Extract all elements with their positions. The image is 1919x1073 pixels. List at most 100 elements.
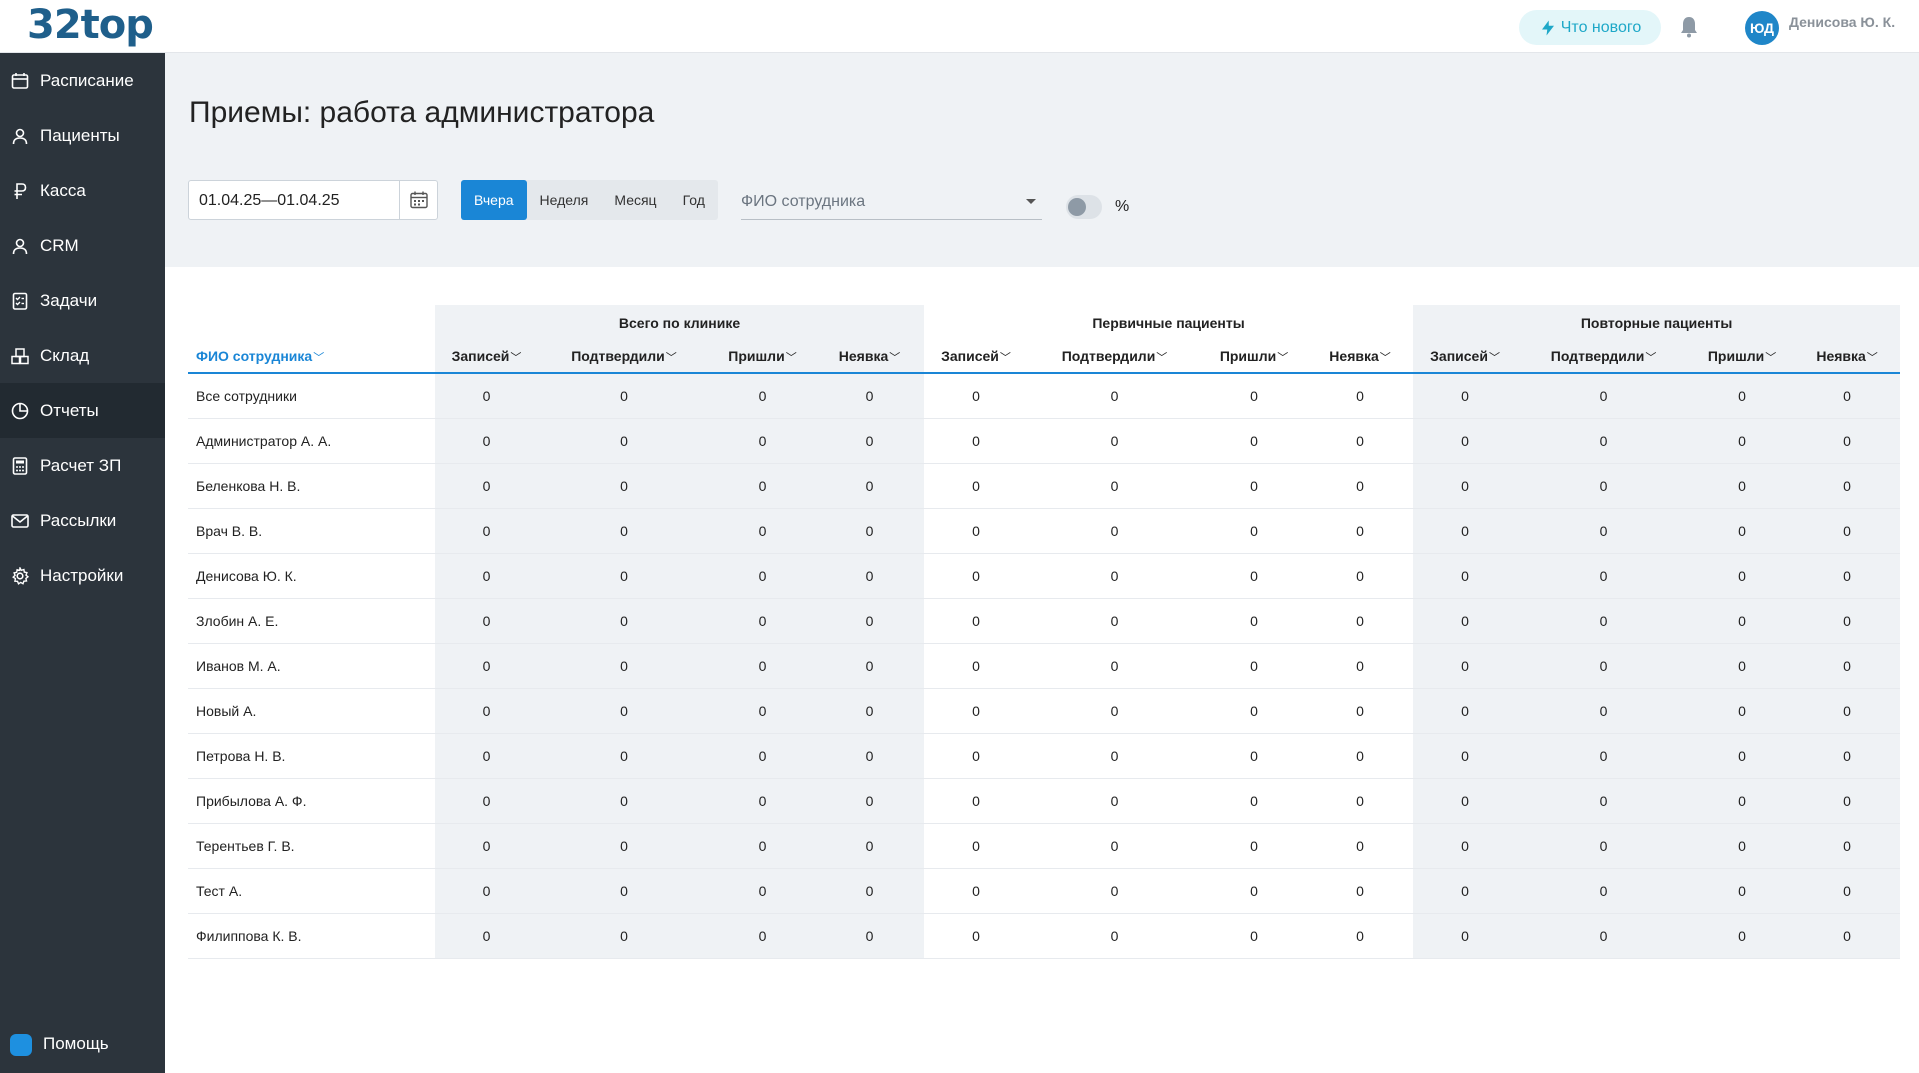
column-header-records[interactable]: Записей﹀ <box>1413 341 1518 374</box>
column-header-records[interactable]: Записей﹀ <box>924 341 1029 374</box>
value-cell: 0 <box>924 598 1029 644</box>
sort-chevron-icon: ﹀ <box>313 352 325 364</box>
value-cell: 0 <box>1413 598 1518 644</box>
report-table: Всего по клинике Первичные пациенты Повт… <box>188 305 1901 959</box>
column-header-label: Неявка <box>838 348 889 364</box>
calendar-button[interactable] <box>399 181 437 219</box>
table-row: Новый А. 0 0 0 0 0 0 0 0 0 0 0 0 <box>188 688 1901 734</box>
whats-new-button[interactable]: Что нового <box>1519 10 1661 45</box>
sidebar-item-cash[interactable]: Касса <box>0 163 165 218</box>
period-month-button[interactable]: Месяц <box>601 180 669 220</box>
column-header-confirmed[interactable]: Подтвердили﹀ <box>1028 341 1202 374</box>
sidebar-item-crm[interactable]: CRM <box>0 218 165 273</box>
value-cell: 0 <box>710 418 815 464</box>
help-button[interactable]: Помощь <box>0 1024 165 1064</box>
value-cell: 0 <box>1413 463 1518 509</box>
sidebar-item-payroll[interactable]: Расчет ЗП <box>0 438 165 493</box>
user-name[interactable]: Денисова Ю. К. <box>1789 14 1895 30</box>
column-header-label: Подтвердили <box>571 348 665 364</box>
date-range-value[interactable]: 01.04.25—01.04.25 <box>199 192 340 210</box>
value-cell: 0 <box>435 688 538 734</box>
value-cell: 0 <box>1028 733 1202 779</box>
value-cell: 0 <box>924 823 1029 869</box>
column-header-came[interactable]: Пришли﹀ <box>1201 341 1308 374</box>
period-yesterday-button[interactable]: Вчера <box>461 180 527 220</box>
value-cell: 0 <box>1794 418 1901 464</box>
value-cell: 0 <box>924 778 1029 824</box>
value-cell: 0 <box>1413 418 1518 464</box>
value-cell: 0 <box>924 508 1029 554</box>
sidebar-item-label: Отчеты <box>40 400 99 420</box>
value-cell: 0 <box>924 913 1029 959</box>
column-header-records[interactable]: Записей﹀ <box>435 341 538 374</box>
sidebar-item-tasks[interactable]: Задачи <box>0 273 165 328</box>
column-header-label: Пришли <box>728 348 785 364</box>
filter-panel <box>165 53 1919 267</box>
group-header-repeat: Повторные пациенты <box>1413 305 1901 341</box>
value-cell: 0 <box>1028 418 1202 464</box>
value-cell: 0 <box>710 868 815 914</box>
column-header-came[interactable]: Пришли﹀ <box>710 341 815 374</box>
employee-select[interactable]: ФИО сотрудника <box>741 182 1042 220</box>
sidebar-item-warehouse[interactable]: Склад <box>0 328 165 383</box>
percent-toggle[interactable] <box>1066 195 1102 219</box>
value-cell: 0 <box>435 778 538 824</box>
column-header-label: Неявка <box>1329 348 1379 364</box>
value-cell: 0 <box>815 598 925 644</box>
gear-icon <box>12 567 29 585</box>
sidebar-item-label: Склад <box>40 345 90 365</box>
value-cell: 0 <box>1517 643 1691 689</box>
bell-icon[interactable] <box>1677 15 1701 39</box>
value-cell: 0 <box>815 823 925 869</box>
value-cell: 0 <box>435 598 538 644</box>
sidebar-item-schedule[interactable]: Расписание <box>0 53 165 108</box>
value-cell: 0 <box>1028 913 1202 959</box>
value-cell: 0 <box>815 418 925 464</box>
sort-chevron-icon: ﹀ <box>1277 352 1289 364</box>
employee-name-cell: Петрова Н. В. <box>188 733 435 779</box>
period-selector: Вчера Неделя Месяц Год <box>461 180 718 220</box>
column-header-noshow[interactable]: Неявка﹀ <box>1794 341 1901 374</box>
table-row: Врач В. В. 0 0 0 0 0 0 0 0 0 0 0 0 <box>188 508 1901 554</box>
value-cell: 0 <box>710 598 815 644</box>
period-week-button[interactable]: Неделя <box>527 180 602 220</box>
value-cell: 0 <box>1201 868 1308 914</box>
sidebar-item-mailings[interactable]: Рассылки <box>0 493 165 548</box>
sidebar-item-label: Задачи <box>40 290 98 310</box>
value-cell: 0 <box>1690 913 1795 959</box>
sidebar-item-settings[interactable]: Настройки <box>0 548 165 603</box>
sidebar-item-patients[interactable]: Пациенты <box>0 108 165 163</box>
column-header-label: Записей <box>941 348 999 364</box>
avatar[interactable]: ЮД <box>1745 11 1779 45</box>
column-header-employee[interactable]: ФИО сотрудника﹀ <box>188 341 435 374</box>
table-row: Все сотрудники 0 0 0 0 0 0 0 0 0 0 0 0 <box>188 373 1901 419</box>
column-header-came[interactable]: Пришли﹀ <box>1690 341 1795 374</box>
sidebar-item-reports[interactable]: Отчеты <box>0 383 165 438</box>
value-cell: 0 <box>538 373 710 419</box>
value-cell: 0 <box>1690 823 1795 869</box>
value-cell: 0 <box>1201 463 1308 509</box>
ruble-icon <box>14 183 27 199</box>
column-header-confirmed[interactable]: Подтвердили﹀ <box>538 341 710 374</box>
value-cell: 0 <box>538 418 710 464</box>
table-row: Денисова Ю. К. 0 0 0 0 0 0 0 0 0 0 0 0 <box>188 553 1901 599</box>
value-cell: 0 <box>1690 508 1795 554</box>
period-year-button[interactable]: Год <box>670 180 718 220</box>
app-logo[interactable]: 32top <box>27 2 154 48</box>
checklist-icon <box>12 292 28 310</box>
column-header-noshow[interactable]: Неявка﹀ <box>1307 341 1414 374</box>
value-cell: 0 <box>1794 868 1901 914</box>
value-cell: 0 <box>710 508 815 554</box>
sidebar-item-label: Настройки <box>40 565 124 585</box>
column-header-noshow[interactable]: Неявка﹀ <box>815 341 925 374</box>
value-cell: 0 <box>924 733 1029 779</box>
value-cell: 0 <box>815 463 925 509</box>
date-range-picker[interactable]: 01.04.25—01.04.25 <box>188 180 438 220</box>
employee-name-cell: Прибылова А. Ф. <box>188 778 435 824</box>
column-header-confirmed[interactable]: Подтвердили﹀ <box>1517 341 1691 374</box>
value-cell: 0 <box>435 823 538 869</box>
table-row: Прибылова А. Ф. 0 0 0 0 0 0 0 0 0 0 0 0 <box>188 778 1901 824</box>
whats-new-label: Что нового <box>1560 18 1642 36</box>
value-cell: 0 <box>1307 598 1414 644</box>
sidebar-item-label: Расписание <box>40 70 134 90</box>
